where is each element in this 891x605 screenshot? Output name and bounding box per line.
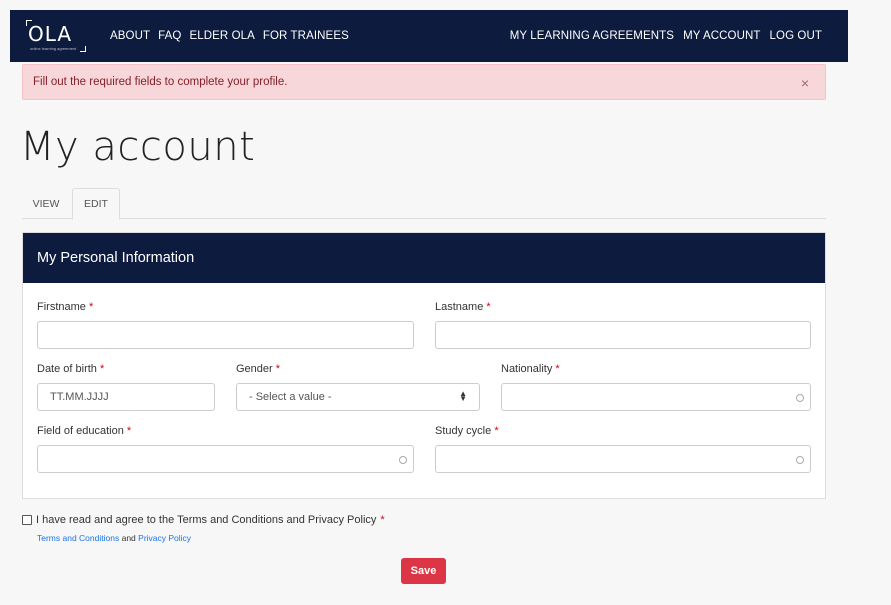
logo-subtitle: online learning agreement bbox=[30, 46, 77, 51]
tab-view[interactable]: VIEW bbox=[22, 188, 70, 219]
date-of-birth-label: Date of birth * bbox=[37, 363, 105, 375]
gender-selected-value: - Select a value - bbox=[249, 391, 332, 403]
nav-my-learning-agreements-link[interactable]: MY LEARNING AGREEMENTS bbox=[510, 30, 674, 42]
lastname-label: Lastname * bbox=[435, 301, 491, 313]
personal-information-panel: My Personal Information Firstname * Last… bbox=[22, 232, 826, 499]
ola-logo[interactable]: OLA online learning agreement bbox=[26, 18, 94, 54]
date-of-birth-input[interactable]: TT.MM.JJJJ bbox=[37, 383, 215, 411]
terms-agreement-text: I have read and agree to the Terms and C… bbox=[36, 514, 377, 526]
terms-and-conditions-link[interactable]: Terms and Conditions bbox=[37, 533, 119, 543]
nav-log-out-link[interactable]: LOG OUT bbox=[770, 30, 822, 42]
nav-about-link[interactable]: ABOUT bbox=[110, 30, 150, 42]
required-mark: * bbox=[380, 514, 385, 526]
firstname-label: Firstname * bbox=[37, 301, 94, 313]
nav-elder-ola-link[interactable]: ELDER OLA bbox=[189, 30, 254, 42]
study-cycle-autocomplete[interactable] bbox=[435, 445, 811, 473]
autocomplete-throbber-icon bbox=[796, 456, 804, 464]
study-cycle-label: Study cycle * bbox=[435, 425, 499, 437]
section-title: My Personal Information bbox=[23, 233, 825, 283]
user-nav: MY LEARNING AGREEMENTS MY ACCOUNT LOG OU… bbox=[510, 10, 822, 62]
tab-edit[interactable]: EDIT bbox=[72, 188, 120, 220]
required-fields-alert: Fill out the required fields to complete… bbox=[22, 64, 826, 100]
autocomplete-throbber-icon bbox=[796, 394, 804, 402]
and-text: and bbox=[121, 533, 136, 543]
autocomplete-throbber-icon bbox=[399, 456, 407, 464]
nationality-autocomplete[interactable] bbox=[501, 383, 811, 411]
field-of-education-autocomplete[interactable] bbox=[37, 445, 414, 473]
terms-checkbox[interactable] bbox=[22, 515, 32, 525]
date-placeholder: TT.MM.JJJJ bbox=[50, 391, 109, 403]
account-tabs: VIEW EDIT bbox=[22, 188, 826, 220]
main-nav: ABOUT FAQ ELDER OLA FOR TRAINEES bbox=[110, 10, 349, 62]
nav-my-account-link[interactable]: MY ACCOUNT bbox=[683, 30, 760, 42]
top-navigation-bar: OLA online learning agreement ABOUT FAQ … bbox=[10, 10, 848, 62]
page-title: My account bbox=[20, 124, 256, 170]
select-arrows-icon: ▲ ▼ bbox=[459, 389, 467, 403]
close-icon[interactable]: × bbox=[801, 75, 809, 91]
terms-links: Terms and Conditions and Privacy Policy bbox=[37, 533, 191, 543]
firstname-input[interactable] bbox=[37, 321, 414, 349]
terms-agreement: I have read and agree to the Terms and C… bbox=[22, 514, 385, 526]
logo-text: OLA bbox=[28, 22, 73, 46]
nav-for-trainees-link[interactable]: FOR TRAINEES bbox=[263, 30, 349, 42]
privacy-policy-link[interactable]: Privacy Policy bbox=[138, 533, 191, 543]
nationality-label: Nationality * bbox=[501, 363, 560, 375]
alert-message: Fill out the required fields to complete… bbox=[33, 76, 288, 88]
lastname-input[interactable] bbox=[435, 321, 811, 349]
gender-select[interactable]: - Select a value - ▲ ▼ bbox=[236, 383, 480, 411]
nav-faq-link[interactable]: FAQ bbox=[158, 30, 181, 42]
field-of-education-label: Field of education * bbox=[37, 425, 132, 437]
save-button[interactable]: Save bbox=[401, 558, 446, 584]
gender-label: Gender * bbox=[236, 363, 281, 375]
